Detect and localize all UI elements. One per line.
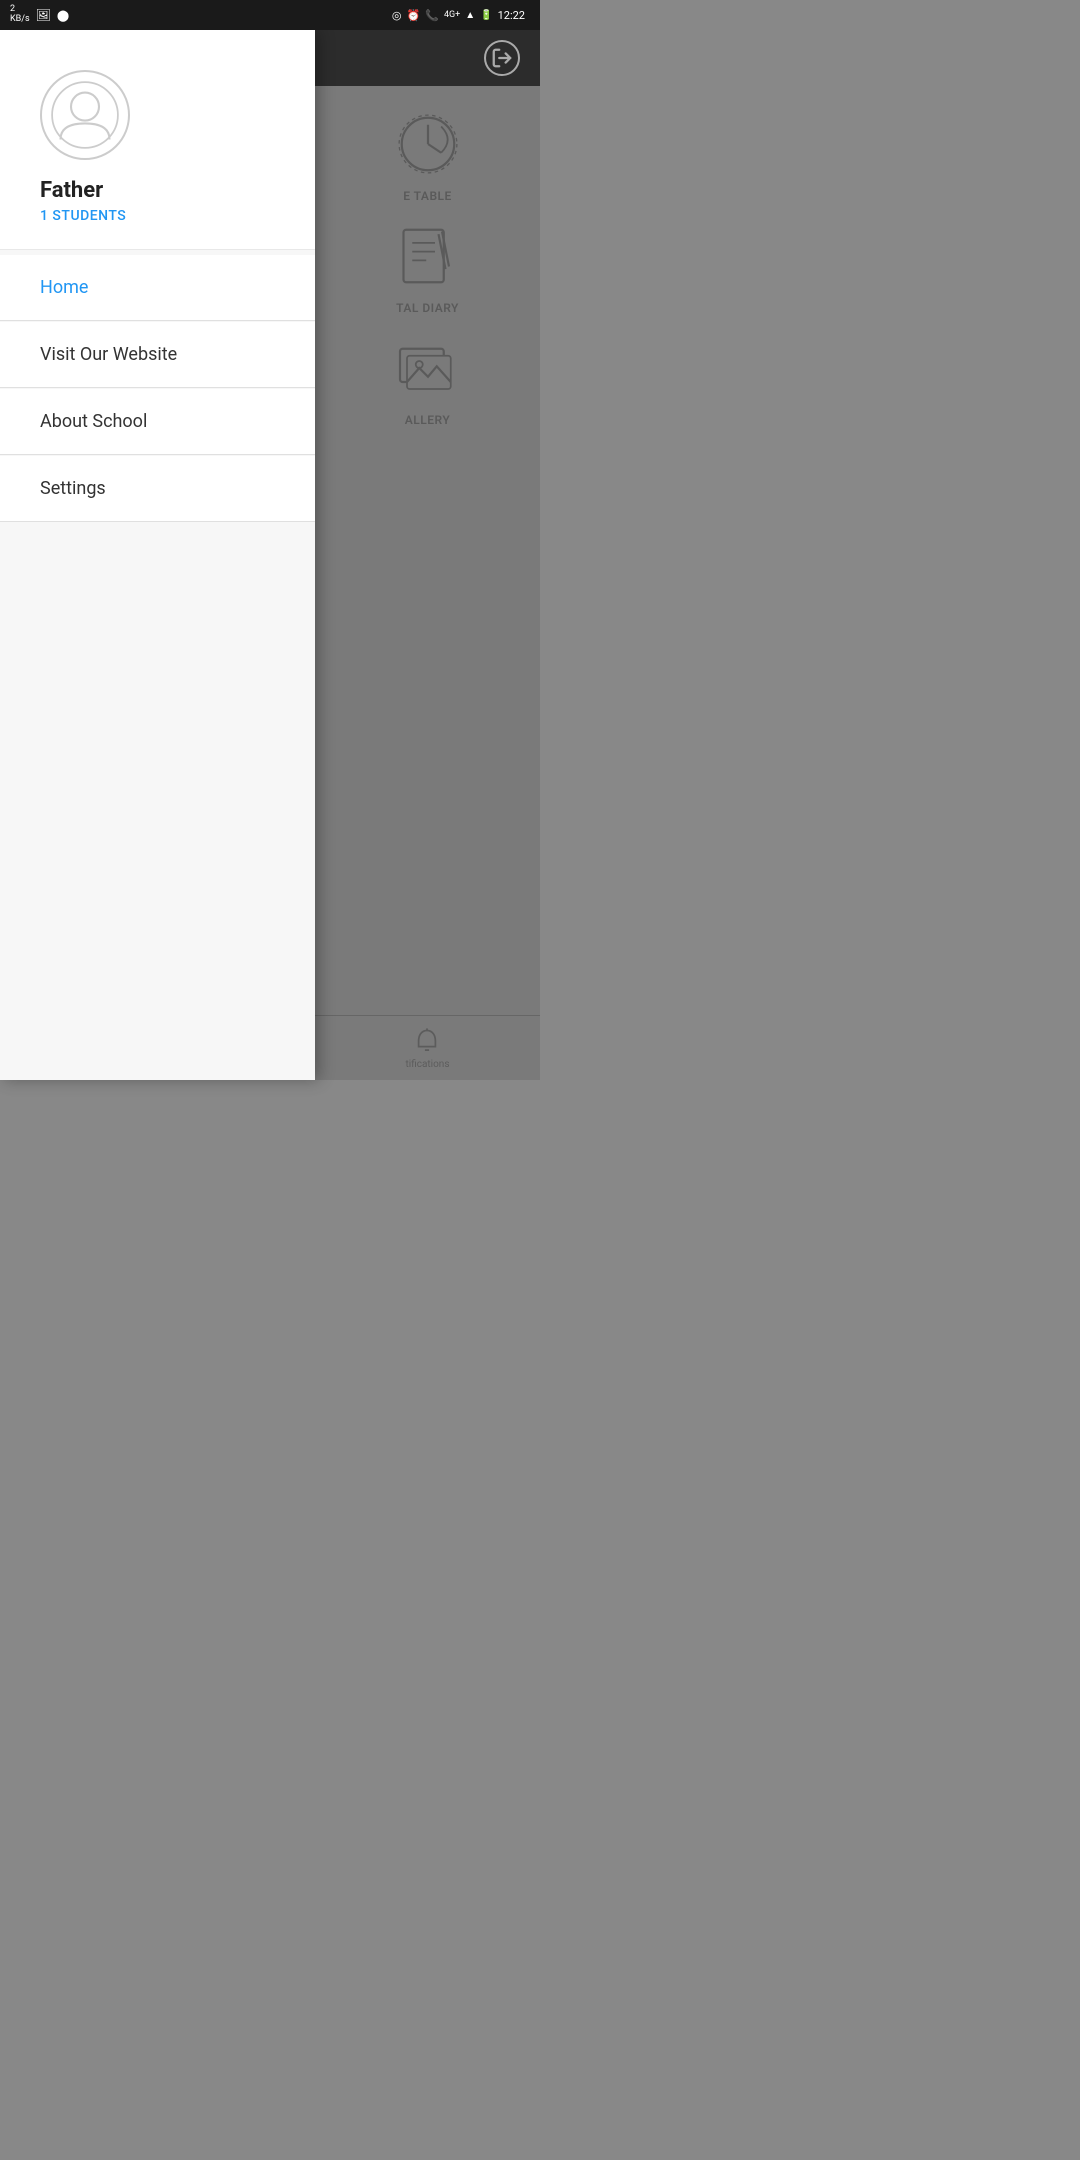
app-grid: E TABLE TAL DIARY — [315, 86, 540, 1015]
status-bar: 2KB/s 🖼 ⬤ ◎ ⏰ 📞 4G+ ▲ 🔋 12:22 — [0, 0, 540, 30]
timetable-icon-box — [390, 106, 465, 181]
menu-item-home[interactable]: Home — [0, 255, 315, 321]
drawer-header: Father 1 STUDENTS — [0, 30, 315, 250]
menu-label-visit-website: Visit Our Website — [40, 344, 177, 365]
app-content-background: E TABLE TAL DIARY — [315, 30, 540, 1080]
battery-icon: 🔋 — [480, 10, 492, 21]
app-header-bar — [315, 30, 540, 86]
diary-icon — [393, 221, 463, 291]
gallery-icon — [393, 333, 463, 403]
gallery-icon-box — [390, 330, 465, 405]
menu-label-home: Home — [40, 277, 88, 298]
phone-icon: 📞 — [425, 9, 439, 22]
circle-status-icon: ⬤ — [57, 9, 69, 22]
navigation-drawer: Father 1 STUDENTS Home Visit Our Website… — [0, 30, 315, 1080]
battery-percentage: 12:22 — [498, 9, 525, 22]
menu-label-settings: Settings — [40, 478, 106, 499]
grid-item-gallery[interactable]: ALLERY — [390, 330, 465, 427]
user-name: Father — [40, 178, 285, 203]
bell-icon — [413, 1027, 441, 1055]
avatar-icon — [50, 80, 120, 150]
user-avatar — [40, 70, 130, 160]
notifications-label: tifications — [405, 1059, 449, 1070]
status-left: 2KB/s 🖼 ⬤ — [10, 5, 69, 25]
nav-notifications[interactable]: tifications — [405, 1027, 449, 1070]
menu-item-settings[interactable]: Settings — [0, 456, 315, 522]
status-right: ◎ ⏰ 📞 4G+ ▲ 🔋 12:22 — [392, 9, 530, 22]
drawer-menu: Home Visit Our Website About School Sett… — [0, 250, 315, 1080]
diary-icon-box — [390, 218, 465, 293]
logout-button[interactable] — [484, 40, 520, 76]
network-type: 4G+ — [444, 10, 460, 20]
data-speed: 2KB/s — [10, 5, 30, 25]
main-container: Father 1 STUDENTS Home Visit Our Website… — [0, 30, 540, 1080]
alarm-icon: ⏰ — [407, 9, 421, 22]
location-icon: ◎ — [392, 9, 402, 22]
logout-icon — [491, 47, 513, 69]
signal-bars-icon: ▲ — [465, 10, 475, 21]
user-students-count: 1 STUDENTS — [40, 208, 285, 224]
menu-label-about-school: About School — [40, 411, 147, 432]
gallery-label: ALLERY — [405, 413, 450, 427]
timetable-icon — [393, 109, 463, 179]
menu-item-visit-website[interactable]: Visit Our Website — [0, 322, 315, 388]
grid-item-diary[interactable]: TAL DIARY — [390, 218, 465, 315]
diary-label: TAL DIARY — [396, 301, 459, 315]
timetable-label: E TABLE — [403, 189, 452, 203]
image-icon: 🖼 — [36, 8, 51, 22]
grid-item-timetable[interactable]: E TABLE — [390, 106, 465, 203]
menu-item-about-school[interactable]: About School — [0, 389, 315, 455]
bottom-nav: tifications — [315, 1015, 540, 1080]
